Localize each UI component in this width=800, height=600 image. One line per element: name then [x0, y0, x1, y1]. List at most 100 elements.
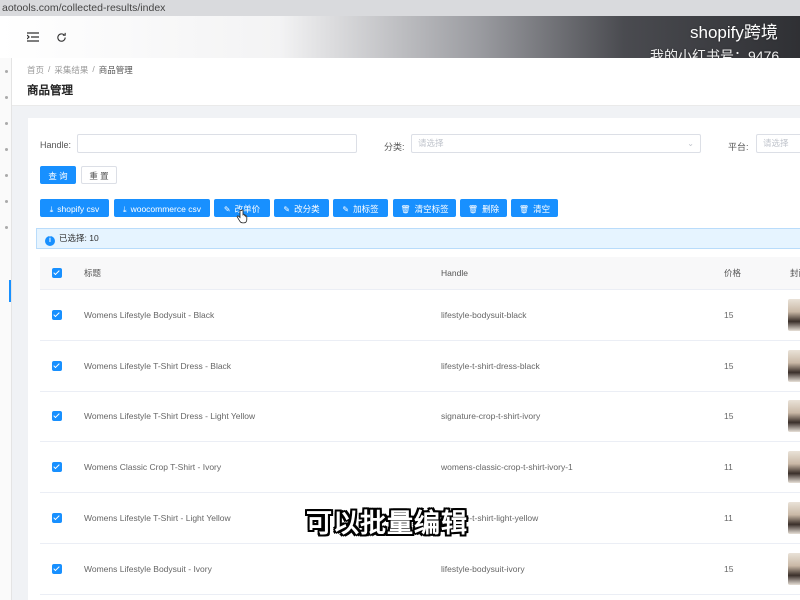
row-checkbox[interactable] — [52, 411, 62, 422]
table-header: 标题 Handle 价格 封面 — [40, 257, 800, 290]
row-price: 15 — [724, 563, 734, 574]
platform-select[interactable]: 请选择 — [756, 134, 800, 153]
product-thumbnail[interactable] — [788, 502, 800, 535]
chevron-down-icon: ⌄ — [687, 139, 694, 148]
edit-category-label: 改分类 — [294, 204, 320, 214]
table-row[interactable]: Womens Lifestyle Bodysuit - Black lifest… — [40, 290, 800, 341]
edit-category-button[interactable]: ✎ 改分类 — [274, 199, 329, 217]
video-caption: 可以批量编辑 — [306, 508, 469, 538]
info-icon: i — [45, 236, 55, 246]
table-row[interactable]: Womens Classic Crop T-Shirt - Ivory wome… — [40, 442, 800, 494]
edit-icon: ✎ — [223, 205, 231, 214]
delete-label: 删除 — [482, 204, 500, 214]
row-title: Womens Lifestyle T-Shirt - Light Yellow — [84, 513, 231, 524]
url-text: aotools.com/collected-results/index — [2, 2, 166, 14]
row-handle: womens-classic-crop-t-shirt-ivory-1 — [441, 462, 573, 473]
export-woocommerce-csv-button[interactable]: ⤓ woocommerce csv — [114, 199, 210, 217]
breadcrumb: 首页 / 采集结果 / 商品管理 — [27, 64, 133, 76]
clear-tags-label: 清空标签 — [414, 204, 449, 214]
product-thumbnail[interactable] — [788, 400, 800, 433]
clear-label: 清空 — [533, 204, 551, 214]
product-thumbnail[interactable] — [788, 298, 800, 331]
product-table: 标题 Handle 价格 封面 Womens Lifestyle Bodysui… — [40, 257, 800, 595]
trash-icon: 🗑 — [518, 205, 530, 214]
row-price: 15 — [724, 360, 734, 371]
menu-fold-icon[interactable] — [26, 30, 40, 44]
export-shopify-csv-button[interactable]: ⤓ shopify csv — [40, 199, 109, 217]
overlay-title: shopify跨境 — [690, 23, 778, 42]
column-header-handle: Handle — [441, 268, 468, 278]
export-shopify-csv-label: shopify csv — [57, 204, 100, 214]
reset-button[interactable]: 重 置 — [81, 166, 117, 184]
row-handle: lifestyle-bodysuit-ivory — [441, 563, 525, 574]
column-header-price: 价格 — [724, 268, 742, 278]
product-thumbnail[interactable] — [788, 451, 800, 484]
row-checkbox[interactable] — [52, 513, 62, 524]
delete-button[interactable]: 🗑 删除 — [460, 199, 507, 217]
row-title: Womens Lifestyle Bodysuit - Black — [84, 309, 215, 320]
select-all-checkbox[interactable] — [52, 268, 62, 278]
product-thumbnail[interactable] — [788, 349, 800, 382]
query-button[interactable]: 查 询 — [40, 166, 76, 184]
platform-label: 平台: — [728, 142, 749, 152]
sidebar-active-indicator — [9, 280, 11, 302]
edit-icon: ✎ — [283, 205, 291, 214]
row-price: 11 — [724, 513, 733, 524]
trash-icon: 🗑 — [467, 205, 479, 214]
page-header: 首页 / 采集结果 / 商品管理 商品管理 — [12, 58, 800, 106]
sidebar-item-marker[interactable] — [5, 96, 8, 99]
add-tag-button[interactable]: ✎ 加标签 — [333, 199, 388, 217]
sidebar-item-marker[interactable] — [5, 200, 8, 203]
top-header-icons — [26, 30, 68, 44]
page-title: 商品管理 — [27, 85, 73, 97]
sidebar-item-marker[interactable] — [5, 122, 8, 125]
clear-button[interactable]: 🗑 清空 — [511, 199, 558, 217]
product-thumbnail[interactable] — [788, 552, 800, 585]
category-placeholder: 请选择 — [418, 138, 444, 148]
table-row[interactable]: Womens Lifestyle T-Shirt Dress - Black l… — [40, 341, 800, 392]
row-handle: signature-crop-t-shirt-ivory — [441, 411, 541, 422]
table-row[interactable]: Womens Lifestyle Bodysuit - Ivory lifest… — [40, 544, 800, 595]
hand-cursor-icon — [236, 209, 248, 224]
sidebar-item-marker[interactable] — [5, 226, 8, 229]
breadcrumb-separator: / — [92, 64, 95, 74]
breadcrumb-current: 商品管理 — [98, 65, 133, 75]
row-checkbox[interactable] — [52, 360, 62, 371]
breadcrumb-home[interactable]: 首页 — [27, 64, 44, 76]
row-checkbox[interactable] — [52, 462, 62, 473]
selection-count: 已选择: 10 — [59, 233, 99, 243]
sidebar-item-marker[interactable] — [5, 148, 8, 151]
breadcrumb-separator: / — [48, 64, 51, 74]
sidebar-item-marker[interactable] — [5, 70, 8, 73]
browser-url-bar[interactable]: aotools.com/collected-results/index — [0, 0, 800, 16]
category-select[interactable]: 请选择 ⌄ — [411, 134, 701, 153]
add-tag-label: 加标签 — [353, 204, 379, 214]
download-icon: ⤓ — [49, 205, 54, 214]
trash-icon: 🗑 — [400, 205, 411, 214]
platform-placeholder: 请选择 — [763, 138, 789, 148]
download-icon: ⤓ — [123, 205, 127, 214]
row-price: 11 — [724, 462, 733, 473]
refresh-icon[interactable] — [54, 30, 68, 44]
row-title: Womens Lifestyle T-Shirt Dress - Black — [84, 360, 232, 371]
column-header-cover: 封面 — [790, 268, 800, 278]
row-handle: lifestyle-t-shirt-dress-black — [441, 360, 540, 371]
handle-label: Handle: — [40, 140, 72, 150]
breadcrumb-collected-results[interactable]: 采集结果 — [54, 64, 88, 76]
row-price: 15 — [724, 309, 734, 320]
clear-tags-button[interactable]: 🗑 清空标签 — [393, 199, 456, 217]
sidebar — [0, 58, 12, 600]
row-checkbox[interactable] — [52, 563, 62, 574]
export-woocommerce-csv-label: woocommerce csv — [130, 204, 201, 214]
edit-icon: ✎ — [342, 205, 350, 214]
row-title: Womens Lifestyle T-Shirt Dress - Light Y… — [84, 411, 256, 422]
row-title: Womens Lifestyle Bodysuit - Ivory — [84, 563, 212, 574]
row-price: 15 — [724, 411, 734, 422]
category-label: 分类: — [384, 142, 405, 152]
column-header-title: 标题 — [84, 268, 102, 278]
table-row[interactable]: Womens Lifestyle T-Shirt Dress - Light Y… — [40, 392, 800, 443]
row-handle: lifestyle-bodysuit-black — [441, 309, 527, 320]
handle-input[interactable] — [77, 134, 357, 153]
sidebar-item-marker[interactable] — [5, 174, 8, 177]
row-checkbox[interactable] — [52, 309, 62, 320]
